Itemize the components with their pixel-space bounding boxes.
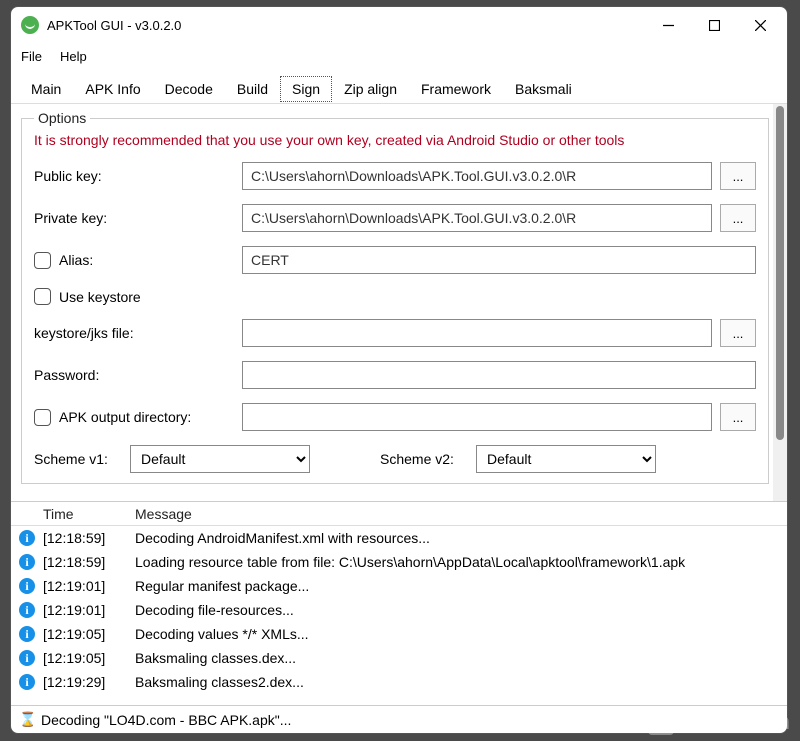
log-row[interactable]: i [12:19:05]Baksmaling classes.dex... (11, 646, 787, 670)
window-title: APKTool GUI - v3.0.2.0 (47, 18, 181, 33)
private-key-label: Private key: (34, 210, 234, 226)
log-message: Decoding AndroidManifest.xml with resour… (127, 530, 787, 546)
key-warning: It is strongly recommended that you use … (34, 132, 756, 148)
close-icon (755, 20, 766, 31)
alias-input[interactable] (242, 246, 756, 274)
log-panel: Time Message i [12:18:59]Decoding Android… (11, 501, 787, 705)
log-time: [12:19:05] (43, 626, 127, 642)
log-message: Baksmaling classes.dex... (127, 650, 787, 666)
log-message: Baksmaling classes2.dex... (127, 674, 787, 690)
info-icon: i (19, 602, 35, 618)
options-legend: Options (34, 110, 90, 126)
log-row[interactable]: i [12:19:01]Regular manifest package... (11, 574, 787, 598)
close-button[interactable] (737, 10, 783, 40)
tab-build[interactable]: Build (225, 76, 280, 102)
log-header: Time Message (11, 502, 787, 526)
log-message: Decoding values */* XMLs... (127, 626, 787, 642)
options-group: Options It is strongly recommended that … (21, 110, 769, 484)
status-text: Decoding "LO4D.com - BBC APK.apk"... (41, 712, 291, 728)
log-row[interactable]: i [12:19:29]Baksmaling classes2.dex... (11, 670, 787, 694)
log-time: [12:19:05] (43, 650, 127, 666)
keystore-browse-button[interactable]: ... (720, 319, 756, 347)
private-key-input[interactable] (242, 204, 712, 232)
log-row[interactable]: i [12:19:01]Decoding file-resources... (11, 598, 787, 622)
tab-decode[interactable]: Decode (153, 76, 225, 102)
public-key-browse-button[interactable]: ... (720, 162, 756, 190)
tab-apk-info[interactable]: APK Info (73, 76, 152, 102)
statusbar: ⌛ Decoding "LO4D.com - BBC APK.apk"... (11, 705, 787, 733)
tab-baksmali[interactable]: Baksmali (503, 76, 584, 102)
minimize-button[interactable] (645, 10, 691, 40)
log-message: Loading resource table from file: C:\Use… (127, 554, 787, 570)
apk-output-browse-button[interactable]: ... (720, 403, 756, 431)
tab-framework[interactable]: Framework (409, 76, 503, 102)
content-pane: Options It is strongly recommended that … (11, 103, 787, 501)
public-key-input[interactable] (242, 162, 712, 190)
info-icon: i (19, 626, 35, 642)
alias-label: Alias: (59, 252, 93, 268)
menubar: File Help (11, 43, 787, 69)
password-input[interactable] (242, 361, 756, 389)
scheme-v1-select[interactable]: Default (130, 445, 310, 473)
log-row[interactable]: i [12:18:59]Loading resource table from f… (11, 550, 787, 574)
menu-help[interactable]: Help (60, 49, 87, 64)
info-icon: i (19, 530, 35, 546)
info-icon: i (19, 674, 35, 690)
content-scrollbar[interactable] (773, 104, 787, 501)
app-window: APKTool GUI - v3.0.2.0 File Help Main AP… (10, 6, 788, 734)
scheme-v2-select[interactable]: Default (476, 445, 656, 473)
log-time: [12:19:01] (43, 602, 127, 618)
log-header-message[interactable]: Message (127, 506, 787, 522)
titlebar: APKTool GUI - v3.0.2.0 (11, 7, 787, 43)
log-message: Decoding file-resources... (127, 602, 787, 618)
maximize-icon (709, 20, 720, 31)
keystore-file-input[interactable] (242, 319, 712, 347)
log-row[interactable]: i [12:19:05]Decoding values */* XMLs... (11, 622, 787, 646)
info-icon: i (19, 650, 35, 666)
log-time: [12:19:29] (43, 674, 127, 690)
minimize-icon (663, 20, 674, 31)
log-row[interactable]: i [12:18:59]Decoding AndroidManifest.xml … (11, 526, 787, 550)
apk-output-checkbox[interactable] (34, 409, 51, 426)
use-keystore-label: Use keystore (59, 289, 141, 305)
private-key-browse-button[interactable]: ... (720, 204, 756, 232)
apk-output-input[interactable] (242, 403, 712, 431)
tabbar: Main APK Info Decode Build Sign Zip alig… (11, 73, 787, 103)
scheme-v2-label: Scheme v2: (380, 451, 466, 467)
scheme-v1-label: Scheme v1: (34, 451, 120, 467)
tab-zip-align[interactable]: Zip align (332, 76, 409, 102)
log-time: [12:19:01] (43, 578, 127, 594)
info-icon: i (19, 554, 35, 570)
tab-sign[interactable]: Sign (280, 76, 332, 102)
log-time: [12:18:59] (43, 554, 127, 570)
menu-file[interactable]: File (21, 49, 42, 64)
public-key-label: Public key: (34, 168, 234, 184)
log-header-time[interactable]: Time (43, 506, 127, 522)
password-label: Password: (34, 367, 234, 383)
alias-checkbox[interactable] (34, 252, 51, 269)
use-keystore-checkbox[interactable] (34, 288, 51, 305)
log-message: Regular manifest package... (127, 578, 787, 594)
log-time: [12:18:59] (43, 530, 127, 546)
apk-output-label: APK output directory: (59, 409, 191, 425)
tab-main[interactable]: Main (19, 76, 73, 102)
info-icon: i (19, 578, 35, 594)
keystore-file-label: keystore/jks file: (34, 325, 234, 341)
hourglass-icon: ⌛ (19, 711, 33, 728)
maximize-button[interactable] (691, 10, 737, 40)
app-icon (21, 16, 39, 34)
